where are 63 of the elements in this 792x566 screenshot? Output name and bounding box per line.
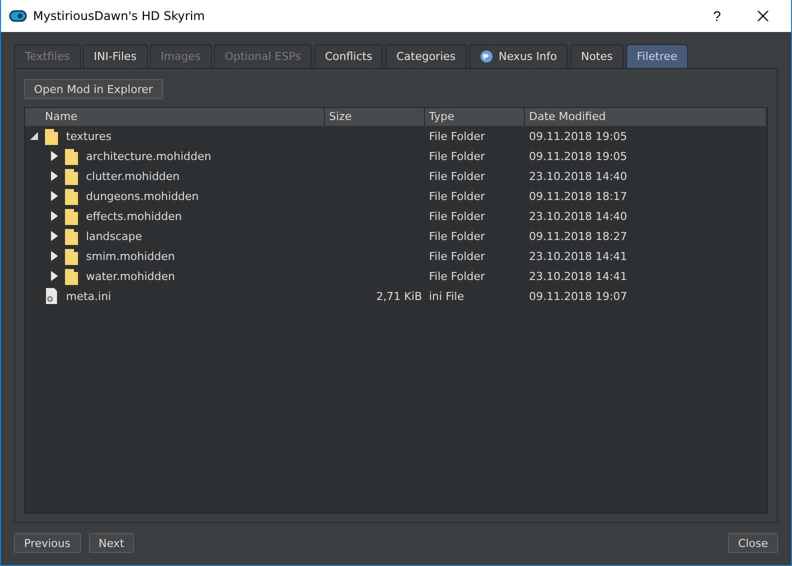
tab[interactable]: Filetree <box>626 44 688 68</box>
file-name[interactable]: meta.ini <box>64 290 112 302</box>
expand-arrow-icon[interactable] <box>49 271 59 281</box>
file-type: ini File <box>428 290 465 302</box>
expand-arrow-icon[interactable] <box>49 171 59 181</box>
file-size: 2,71 KiB <box>375 290 423 302</box>
file-type: File Folder <box>428 150 486 162</box>
file-date: 09.11.2018 18:17 <box>528 190 628 202</box>
folder-icon <box>65 248 78 264</box>
file-name[interactable]: landscape <box>84 230 142 242</box>
previous-button[interactable]: Previous <box>14 533 80 553</box>
file-date: 23.10.2018 14:40 <box>528 210 628 222</box>
file-date: 09.11.2018 19:07 <box>528 290 628 302</box>
file-name[interactable]: textures <box>64 130 112 142</box>
expand-arrow-icon[interactable] <box>49 231 59 241</box>
column-header[interactable]: Name <box>25 108 325 126</box>
tab[interactable]: Categories <box>385 44 467 68</box>
file-date: 23.10.2018 14:41 <box>528 270 628 282</box>
collapse-arrow-icon[interactable] <box>29 131 39 141</box>
file-type: File Folder <box>428 130 486 142</box>
file-type: File Folder <box>428 270 486 282</box>
help-button[interactable]: ? <box>697 0 737 32</box>
tab[interactable]: Conflicts <box>314 44 384 68</box>
file-type: File Folder <box>428 210 486 222</box>
column-header[interactable]: Type <box>425 108 525 126</box>
folder-icon <box>65 208 78 224</box>
file-name[interactable]: smim.mohidden <box>84 250 175 262</box>
app-logo-icon <box>9 10 27 22</box>
file-name[interactable]: effects.mohidden <box>84 210 182 222</box>
file-type: File Folder <box>428 230 486 242</box>
expand-arrow-icon[interactable] <box>49 251 59 261</box>
file-date: 09.11.2018 18:27 <box>528 230 628 242</box>
file-type: File Folder <box>428 250 486 262</box>
folder-icon <box>65 188 78 204</box>
column-header[interactable]: Size <box>325 108 425 126</box>
settings-file-icon <box>45 288 58 304</box>
open-explorer-button[interactable]: Open Mod in Explorer <box>24 79 163 99</box>
file-name[interactable]: clutter.mohidden <box>84 170 180 182</box>
file-date: 23.10.2018 14:41 <box>528 250 628 262</box>
file-name[interactable]: dungeons.mohidden <box>84 190 199 202</box>
expand-arrow-icon[interactable] <box>49 191 59 201</box>
folder-icon <box>65 148 78 164</box>
tab[interactable]: Notes <box>570 44 624 68</box>
globe-icon <box>480 50 493 63</box>
folder-icon <box>65 168 78 184</box>
column-header[interactable]: Date Modified <box>525 108 767 126</box>
file-date: 23.10.2018 14:40 <box>528 170 628 182</box>
window-title: MystiriousDawn's HD Skyrim <box>33 9 206 23</box>
tab[interactable]: INI-Files <box>82 44 148 68</box>
folder-icon <box>65 228 78 244</box>
file-date: 09.11.2018 19:05 <box>528 150 628 162</box>
folder-icon <box>45 128 58 144</box>
tab[interactable]: Nexus Info <box>468 44 568 68</box>
file-type: File Folder <box>428 170 486 182</box>
close-button[interactable]: Close <box>728 533 778 553</box>
expand-arrow-icon[interactable] <box>49 151 59 161</box>
file-name[interactable]: architecture.mohidden <box>84 150 212 162</box>
file-type: File Folder <box>428 190 486 202</box>
file-date: 09.11.2018 19:05 <box>528 130 628 142</box>
folder-icon <box>65 268 78 284</box>
next-button[interactable]: Next <box>88 533 134 553</box>
file-name[interactable]: water.mohidden <box>84 270 176 282</box>
expand-arrow-icon[interactable] <box>49 211 59 221</box>
